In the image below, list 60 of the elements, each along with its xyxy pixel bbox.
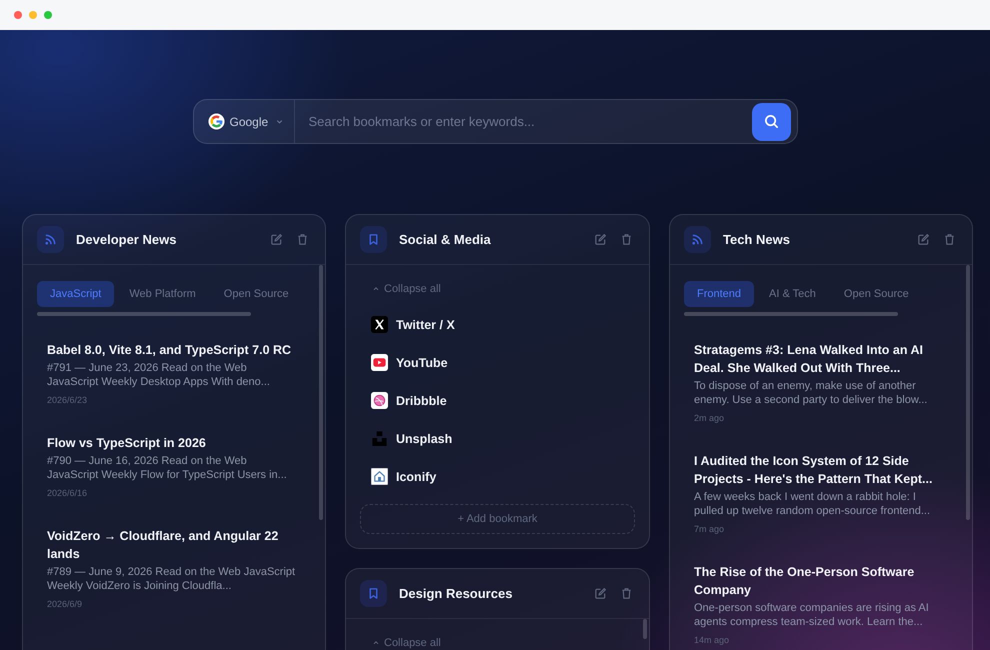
rss-icon: [37, 226, 64, 253]
scrollbar-thumb[interactable]: [319, 265, 323, 520]
widget-title: Social & Media: [399, 232, 492, 247]
window-close-button[interactable]: [14, 11, 22, 19]
x-logo-icon: [371, 316, 388, 333]
article-date: 2026/6/23: [47, 395, 88, 405]
tab-scrollbar[interactable]: [37, 312, 251, 316]
trash-icon[interactable]: [943, 233, 956, 246]
search-icon: [764, 114, 778, 129]
article-summary: #789 — June 9, 2026 Read on the Web JavaScript Weekly VoidZero is Joining Cloudfla...: [47, 565, 296, 593]
article-title[interactable]: Stratagems #3: Lena Walked Into an AI Deal. She Walked Out With Three...: [694, 341, 944, 377]
article-date: 7m ago: [694, 524, 726, 534]
article-date: 2m ago: [694, 413, 726, 423]
widget-title: Design Resources: [399, 586, 514, 601]
edit-icon[interactable]: [917, 233, 930, 246]
article-date: 2026/6/16: [47, 488, 88, 498]
scrollbar-thumb[interactable]: [643, 619, 647, 639]
rss-icon: [684, 226, 711, 253]
video-play-icon: [371, 354, 388, 371]
article-date: 14m ago: [694, 635, 730, 645]
article-title[interactable]: VoidZero → Cloudflare, and Angular 22 lands: [47, 527, 297, 563]
article-summary: A few weeks back I went down a rabbit hole: I pulled up twelve random open-source frontend...: [694, 490, 932, 518]
bookmark-link[interactable]: YouTube: [396, 356, 448, 370]
article-title[interactable]: Flow vs TypeScript in 2026: [47, 434, 297, 452]
scrollbar-thumb[interactable]: [966, 265, 970, 520]
search-field[interactable]: Google Search bookmarks or enter keywords...: [192, 99, 798, 144]
article-summary: #791 — June 23, 2026 Read on the Web JavaScript Weekly Desktop Apps With deno...: [47, 361, 271, 389]
category-tab[interactable]: AI & Tech: [756, 281, 829, 307]
ball-icon: [371, 392, 388, 409]
blocks-icon: [371, 430, 388, 447]
article-title[interactable]: The Rise of the One-Person Software Company: [694, 563, 944, 599]
house-icon: [371, 468, 388, 485]
bookmark-link[interactable]: Dribbble: [396, 394, 447, 408]
google-logo-icon: [208, 113, 224, 130]
chevron-up-icon: [372, 285, 380, 293]
article-summary: To dispose of an enemy, make use of another enemy. Use a second party to deliver the blow...: [694, 379, 928, 407]
bookmark-link[interactable]: Iconify: [396, 470, 436, 484]
edit-icon[interactable]: [594, 233, 607, 246]
article-date: 2026/6/9: [47, 599, 84, 609]
chevron-up-icon: [372, 639, 380, 647]
trash-icon[interactable]: [620, 233, 633, 246]
bookmark-icon: [360, 580, 387, 607]
search-engine-dropdown[interactable]: Google: [194, 100, 294, 143]
bookmark-link[interactable]: Twitter / X: [396, 318, 455, 332]
article-title[interactable]: Babel 8.0, Vite 8.1, and TypeScript 7.0 RC: [47, 341, 297, 359]
category-tab[interactable]: Open Source: [830, 281, 922, 307]
window-zoom-button[interactable]: [44, 11, 52, 19]
edit-icon[interactable]: [594, 587, 607, 600]
article-summary: #790 — June 16, 2026 Read on the Web JavaScript Weekly Flow for TypeScript Users in...: [47, 454, 288, 482]
trash-icon[interactable]: [296, 233, 309, 246]
trash-icon[interactable]: [620, 587, 633, 600]
tab-scrollbar[interactable]: [684, 312, 898, 316]
article-summary: One-person software companies are rising as AI agents compress team-sized work. Learn the...: [694, 601, 930, 629]
search-button[interactable]: [752, 102, 790, 140]
edit-icon[interactable]: [270, 233, 283, 246]
article-title[interactable]: I Audited the Icon System of 12 Side Projects - Here's the Pattern That Kept...: [694, 452, 944, 488]
bookmark-icon: [360, 226, 387, 253]
widget-title: Tech News: [723, 232, 791, 247]
bookmark-link[interactable]: Unsplash: [396, 432, 452, 446]
widget-title: Developer News: [76, 232, 178, 247]
